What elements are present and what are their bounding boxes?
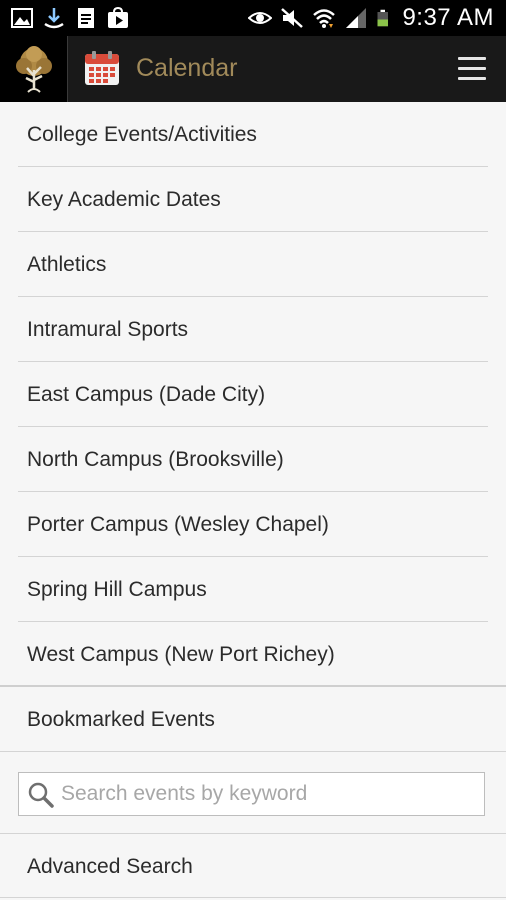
list-item-west-campus[interactable]: West Campus (New Port Richey) (0, 622, 506, 687)
system-icons: 9:37 AM (248, 3, 494, 33)
list-item-spring-hill-campus[interactable]: Spring Hill Campus (0, 557, 506, 622)
tree-logo-icon (16, 46, 52, 93)
list-item-athletics[interactable]: Athletics (0, 232, 506, 297)
list-item-intramural-sports[interactable]: Intramural Sports (0, 297, 506, 362)
list-item-east-campus[interactable]: East Campus (Dade City) (0, 362, 506, 427)
wifi-icon (313, 9, 336, 28)
mute-icon (281, 8, 304, 28)
search-icon (28, 782, 54, 808)
notification-icons (10, 4, 130, 32)
app-logo-button[interactable] (0, 36, 68, 102)
download-icon (44, 8, 64, 29)
action-bar: Calendar (0, 36, 506, 102)
clock: 9:37 AM (402, 4, 494, 31)
document-icon (78, 8, 94, 28)
play-store-icon (108, 6, 128, 28)
calendar-category-list: College Events/Activities Key Academic D… (0, 102, 506, 752)
eye-icon (248, 12, 273, 24)
search-input[interactable] (61, 773, 479, 815)
page-title: Calendar (136, 54, 238, 82)
calendar-icon (85, 51, 119, 85)
list-item-porter-campus[interactable]: Porter Campus (Wesley Chapel) (0, 492, 506, 557)
search-section (0, 752, 506, 834)
search-box[interactable] (18, 772, 485, 816)
advanced-search-item[interactable]: Advanced Search (0, 834, 506, 900)
image-icon (11, 8, 33, 28)
hamburger-menu-button[interactable] (458, 54, 488, 84)
list-item-college-events[interactable]: College Events/Activities (0, 102, 506, 167)
list-item-north-campus[interactable]: North Campus (Brooksville) (0, 427, 506, 492)
list-item-key-academic-dates[interactable]: Key Academic Dates (0, 167, 506, 232)
status-bar: 9:37 AM (0, 0, 506, 36)
signal-icon (346, 8, 367, 28)
list-item-bookmarked-events[interactable]: Bookmarked Events (0, 687, 506, 752)
battery-icon (377, 9, 389, 27)
